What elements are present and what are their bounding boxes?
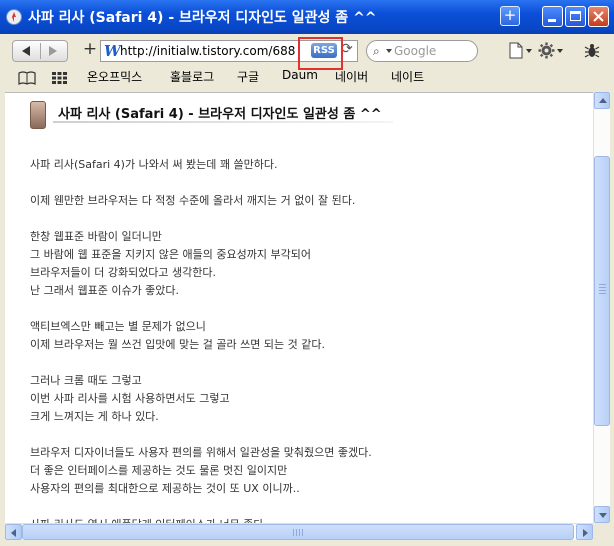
post-line: 브라우저들이 더 강화되었다고 생각한다. xyxy=(30,266,217,279)
maximize-icon xyxy=(570,11,581,21)
close-button[interactable] xyxy=(588,6,609,27)
close-icon xyxy=(593,11,604,22)
post-line: 더 좋은 인터페이스를 제공하는 것도 물론 멋진 일이지만 xyxy=(30,464,288,477)
browser-window: 사파 리사 (Safari 4) - 브라우저 디자인도 일관성 좀 ^^ + … xyxy=(0,0,614,546)
post-line: 이제 웬만한 브라우저는 다 적정 수준에 올라서 깨지는 거 없이 잘 된다. xyxy=(30,194,356,207)
minimize-icon xyxy=(548,19,556,22)
bookmark-item[interactable]: 네이버 xyxy=(335,68,368,85)
horizontal-scroll-thumb[interactable] xyxy=(22,524,574,540)
address-input[interactable]: http://initialw.tistory.com/688 xyxy=(120,44,295,58)
settings-gear-icon[interactable] xyxy=(538,42,555,59)
back-icon[interactable] xyxy=(22,46,30,56)
safari-compass-icon xyxy=(6,9,22,25)
search-field[interactable]: ⌕ Google xyxy=(366,40,478,62)
bookmarks-book-icon[interactable] xyxy=(18,71,36,85)
back-forward-buttons xyxy=(12,40,68,62)
post-line: 사파 리사(Safari 4)가 나와서 써 봤는데 꽤 쓸만하다. xyxy=(30,158,278,171)
post-line: 액티브엑스만 빼고는 별 문제가 없으니 xyxy=(30,320,206,333)
thumb-grip xyxy=(293,529,294,536)
scroll-left-button[interactable] xyxy=(5,524,22,540)
debug-bug-icon[interactable] xyxy=(584,42,600,59)
post-paragraph: 한창 웹표준 바람이 일더니만 그 바람에 웹 표준을 지키지 않은 애들의 중… xyxy=(30,228,311,300)
page-menu-icon[interactable] xyxy=(509,42,523,59)
vertical-scrollbar[interactable] xyxy=(593,92,610,523)
thumb-grip xyxy=(302,529,303,536)
post-line: 이번 사파 리사를 시험 사용하면서도 그렇고 xyxy=(30,392,230,405)
chevron-right-icon xyxy=(583,529,588,537)
post-category-icon xyxy=(30,101,46,129)
scroll-up-button[interactable] xyxy=(594,92,610,109)
search-engine-dropdown-icon[interactable] xyxy=(386,49,392,53)
maximize-button[interactable] xyxy=(565,6,586,27)
page-menu-caret-icon[interactable] xyxy=(526,49,532,53)
new-tab-button[interactable]: + xyxy=(500,6,520,26)
post-line: 그러나 크롬 때도 그렇고 xyxy=(30,374,142,387)
post-paragraph: 이제 웬만한 브라우저는 다 적정 수준에 올라서 깨지는 거 없이 잘 된다. xyxy=(30,192,355,210)
post-paragraph: 그러나 크롬 때도 그렇고 이번 사파 리사를 시험 사용하면서도 그렇고 크게… xyxy=(30,372,230,426)
bookmark-item[interactable]: 네이트 xyxy=(391,68,424,85)
bookmark-item[interactable]: 홀블로그 xyxy=(170,68,214,85)
forward-icon[interactable] xyxy=(49,46,57,56)
scrollbar-corner xyxy=(593,523,610,540)
thumb-grip xyxy=(599,287,606,288)
title-bar[interactable]: 사파 리사 (Safari 4) - 브라우저 디자인도 일관성 좀 ^^ + xyxy=(0,0,614,34)
thumb-grip xyxy=(599,290,606,291)
minimize-button[interactable] xyxy=(542,6,563,27)
post-paragraph: 브라우저 디자이너들도 사용자 편의를 위해서 일관성을 맞춰줬으면 좋겠다. … xyxy=(30,444,372,498)
search-icon: ⌕ xyxy=(373,44,380,58)
chevron-left-icon xyxy=(11,529,16,537)
title-underline xyxy=(53,121,393,123)
scroll-right-button[interactable] xyxy=(576,524,593,540)
post-line: 사용자의 편의를 최대한으로 제공하는 것이 또 UX 이니까.. xyxy=(30,482,300,495)
post-paragraph: 사파 리사(Safari 4)가 나와서 써 봤는데 꽤 쓸만하다. xyxy=(30,156,278,174)
post-line: 이제 브라우저는 뭘 쓰건 입맛에 맞는 걸 골라 쓰면 되는 것 같다. xyxy=(30,338,325,351)
post-line: 브라우저 디자이너들도 사용자 편의를 위해서 일관성을 맞춰줬으면 좋겠다. xyxy=(30,446,372,459)
thumb-grip xyxy=(296,529,297,536)
thumb-grip xyxy=(299,529,300,536)
post-line: 크게 느껴지는 게 하나 있다. xyxy=(30,410,159,423)
thumb-grip xyxy=(599,284,606,285)
thumb-grip xyxy=(599,293,606,294)
post-title: 사파 리사 (Safari 4) - 브라우저 디자인도 일관성 좀 ^^ xyxy=(58,107,382,122)
chevron-down-icon xyxy=(599,513,607,518)
site-favicon: W xyxy=(104,42,121,60)
post-line: 한창 웹표준 바람이 일더니만 xyxy=(30,230,162,243)
post-line: 난 그래서 웹표준 이슈가 좋았다. xyxy=(30,284,180,297)
chevron-up-icon xyxy=(599,98,607,103)
back-forward-divider xyxy=(40,43,41,59)
bookmark-item[interactable]: Daum xyxy=(282,68,318,82)
scroll-down-button[interactable] xyxy=(594,506,610,523)
vertical-scroll-thumb[interactable] xyxy=(594,156,610,426)
bookmark-item[interactable]: 온오프믹스 xyxy=(87,68,142,85)
window-title: 사파 리사 (Safari 4) - 브라우저 디자인도 일관성 좀 ^^ xyxy=(28,10,377,26)
horizontal-scrollbar[interactable] xyxy=(5,523,593,540)
bookmarks-bar: 온오프믹스 홀블로그 구글 Daum 네이버 네이트 xyxy=(0,66,614,90)
post-paragraph: 액티브엑스만 빼고는 별 문제가 없으니 이제 브라우저는 뭘 쓰건 입맛에 맞… xyxy=(30,318,325,354)
page-content[interactable]: 사파 리사 (Safari 4) - 브라우저 디자인도 일관성 좀 ^^ 사파… xyxy=(5,92,593,524)
search-placeholder: Google xyxy=(394,44,437,58)
post-line: 그 바람에 웹 표준을 지키지 않은 애들의 중요성까지 부각되어 xyxy=(30,248,311,261)
bookmark-item[interactable]: 구글 xyxy=(237,68,259,85)
settings-caret-icon[interactable] xyxy=(557,49,563,53)
top-sites-grid-icon[interactable] xyxy=(52,72,67,84)
add-bookmark-button[interactable]: + xyxy=(81,40,99,60)
